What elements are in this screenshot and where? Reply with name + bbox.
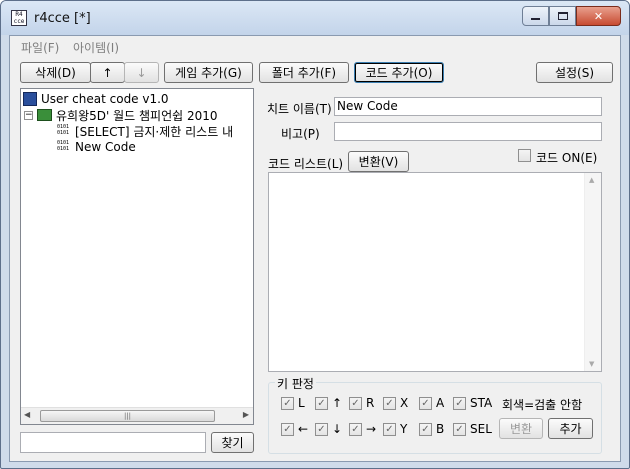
minimize-button[interactable] (522, 6, 549, 26)
key-checkbox[interactable]: ✓ (383, 423, 396, 436)
key-checkbox[interactable]: ✓ (349, 423, 362, 436)
scroll-up-icon[interactable]: ▲ (589, 176, 594, 184)
add-code-button[interactable]: 코드 추가(O) (354, 62, 444, 83)
tree-root-label: User cheat code v1.0 (41, 92, 169, 106)
maximize-icon (557, 12, 568, 20)
code-icon: 0101 0101 (57, 140, 70, 152)
key-label: A (436, 396, 445, 410)
move-down-button[interactable]: ↓ (124, 62, 159, 83)
scroll-left-icon[interactable]: ◀ (24, 410, 30, 419)
key-label: ↓ (332, 422, 343, 436)
key-add-button[interactable]: 추가 (548, 418, 593, 439)
collapse-icon[interactable]: − (24, 110, 33, 120)
menu-file[interactable]: 파일(F) (21, 39, 59, 56)
app-window: R4 cce r4cce [*] ✕ 파일(F) 아이템(I) 삭제(D) ↑ … (0, 0, 630, 469)
scroll-right-icon[interactable]: ▶ (243, 410, 249, 419)
key-checkbox[interactable]: ✓ (315, 423, 328, 436)
key-group-title: 키 판정 (275, 375, 316, 392)
code-icon: 0101 0101 (57, 124, 70, 136)
key-label: B (436, 422, 445, 436)
key-label: ↑ (332, 396, 343, 410)
grip-icon: ||| (123, 412, 132, 420)
cheat-tree[interactable]: User cheat code v1.0 − 유희왕5D' 월드 챔피언쉽 20… (20, 88, 254, 425)
menu-items[interactable]: 아이템(I) (73, 39, 119, 56)
horizontal-scrollbar[interactable]: ◀ ||| ▶ (21, 407, 253, 424)
note-field[interactable] (334, 122, 602, 141)
tree-item-label: [SELECT] 금지·제한 리스트 내 (75, 124, 234, 139)
key-check-group: 키 판정 ✓ L ✓ ↑ ✓ R ✓ X ✓ A ✓ STA 회색=검출 안함 … (268, 375, 602, 454)
app-icon: R4 cce (11, 10, 27, 26)
key-checkbox[interactable]: ✓ (419, 423, 432, 436)
tree-item-label: New Code (75, 140, 136, 154)
window-title: r4cce [*] (34, 11, 91, 26)
move-up-button[interactable]: ↑ (90, 62, 125, 83)
delete-button[interactable]: 삭제(D) (20, 62, 91, 83)
game-icon (37, 109, 52, 121)
key-checkbox[interactable]: ✓ (281, 423, 294, 436)
close-icon: ✕ (593, 9, 604, 23)
key-label: X (400, 396, 409, 410)
key-label: Y (400, 422, 408, 436)
code-on-label: 코드 ON(E) (536, 151, 598, 165)
add-game-button[interactable]: 게임 추가(G) (164, 62, 253, 83)
tree-game[interactable]: − 유희왕5D' 월드 챔피언쉽 2010 (24, 107, 218, 123)
tree-item[interactable]: 0101 0101 [SELECT] 금지·제한 리스트 내 (57, 123, 233, 139)
scroll-down-icon[interactable]: ▼ (589, 360, 594, 368)
key-checkbox[interactable]: ✓ (281, 397, 294, 410)
database-icon (23, 92, 37, 106)
settings-button[interactable]: 설정(S) (536, 62, 613, 83)
cheat-name-label: 치트 이름(T) (267, 102, 332, 116)
note-label: 비고(P) (281, 127, 320, 141)
code-list-textarea[interactable]: ▲ ▼ (268, 172, 602, 372)
key-convert-button[interactable]: 변환 (499, 418, 543, 439)
close-button[interactable]: ✕ (576, 6, 621, 26)
maximize-button[interactable] (549, 6, 576, 26)
tree-game-label: 유희왕5D' 월드 챔피언쉽 2010 (56, 108, 218, 123)
search-button[interactable]: 찾기 (211, 432, 254, 453)
tree-item[interactable]: 0101 0101 New Code (57, 139, 136, 155)
key-checkbox[interactable]: ✓ (453, 397, 466, 410)
minimize-icon (531, 18, 540, 20)
vertical-scrollbar[interactable]: ▲ ▼ (584, 173, 601, 371)
key-checkbox[interactable]: ✓ (453, 423, 466, 436)
key-label: STA (470, 396, 493, 410)
menu-bar: 파일(F) 아이템(I) (10, 36, 620, 56)
key-label: → (366, 422, 377, 436)
tree-root[interactable]: User cheat code v1.0 (23, 91, 169, 107)
key-checkbox[interactable]: ✓ (383, 397, 396, 410)
client-area: 파일(F) 아이템(I) 삭제(D) ↑ ↓ 게임 추가(G) 폴더 추가(F)… (9, 35, 621, 462)
code-on-checkbox[interactable] (518, 149, 531, 162)
key-checkbox[interactable]: ✓ (315, 397, 328, 410)
scroll-thumb[interactable]: ||| (40, 410, 215, 422)
search-input[interactable] (20, 432, 206, 453)
cheat-name-field[interactable]: New Code (334, 97, 602, 116)
key-label: R (366, 396, 375, 410)
key-label: SEL (470, 422, 492, 436)
key-checkbox[interactable]: ✓ (419, 397, 432, 410)
code-list-label: 코드 리스트(L) (268, 157, 344, 171)
key-checkbox[interactable]: ✓ (349, 397, 362, 410)
key-label: L (298, 396, 305, 410)
add-folder-button[interactable]: 폴더 추가(F) (259, 62, 349, 83)
title-bar[interactable]: R4 cce r4cce [*] ✕ (1, 1, 629, 35)
convert-button[interactable]: 변환(V) (348, 151, 409, 172)
key-label: ← (298, 422, 309, 436)
gray-hint-label: 회색=검출 안함 (502, 398, 583, 412)
